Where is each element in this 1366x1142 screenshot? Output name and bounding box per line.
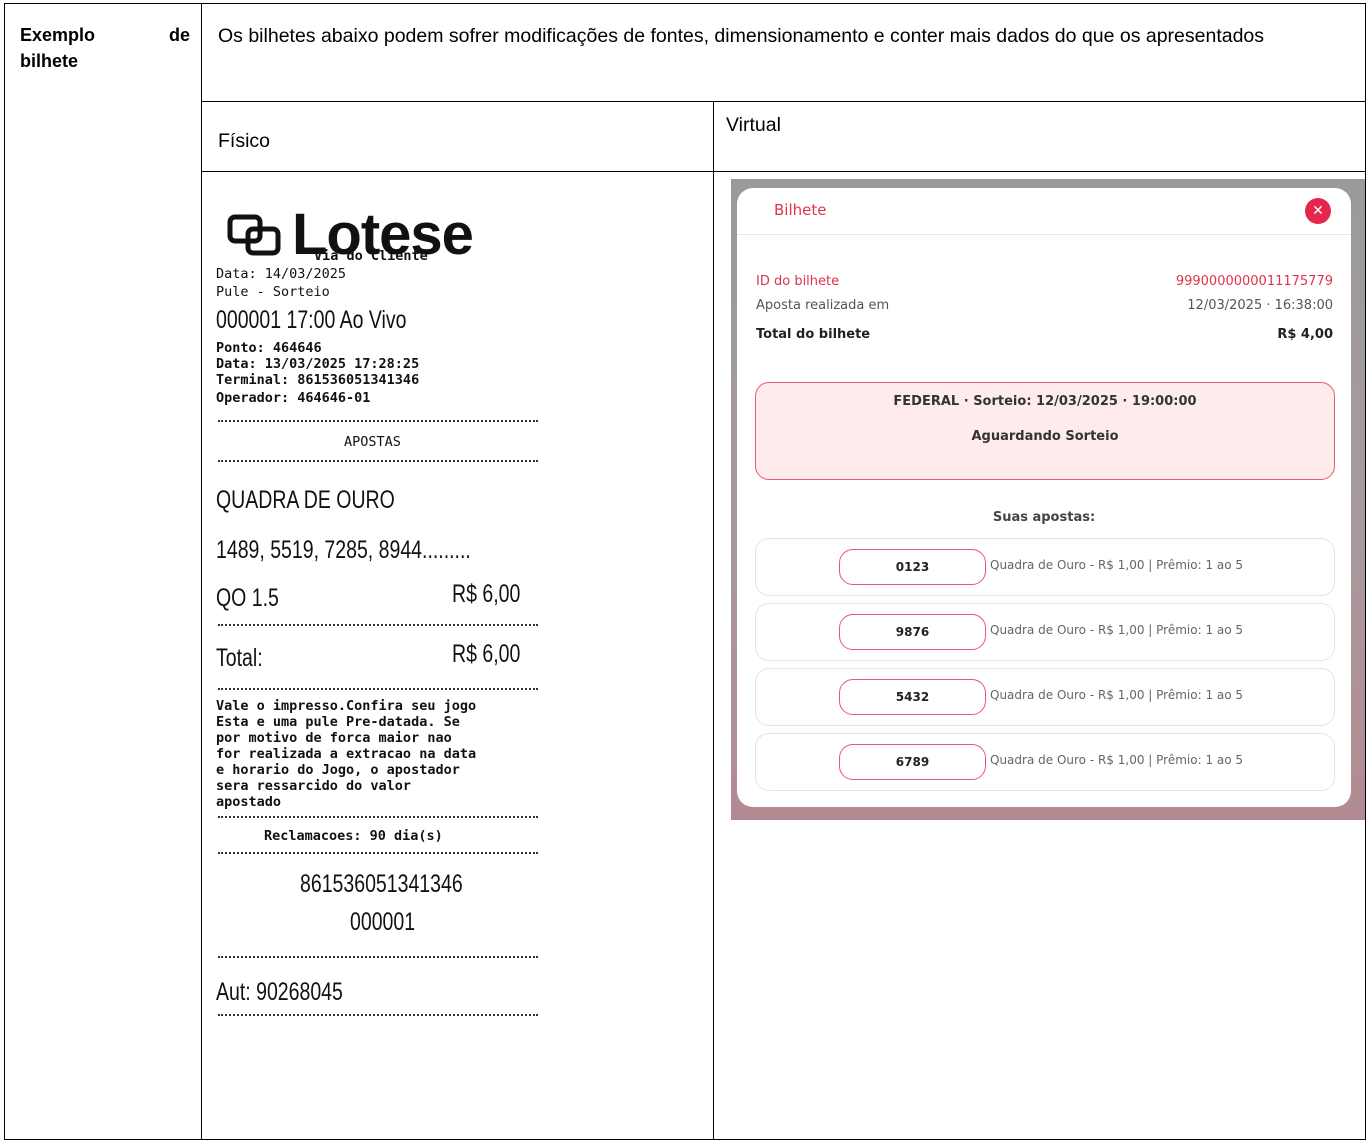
table-border-bottom [4, 1139, 1366, 1140]
receipt-aviso-2: Esta e uma pule Pre-datada. Se [216, 714, 460, 730]
receipt-aviso-1: Vale o impresso.Confira seu jogo [216, 698, 477, 714]
description-text: Os bilhetes abaixo podem sofrer modifica… [218, 25, 1265, 47]
bet-card: 9876 Quadra de Ouro - R$ 1,00 | Prêmio: … [755, 603, 1335, 661]
receipt-divider [218, 420, 538, 422]
column-header-fisico: Físico [218, 130, 271, 152]
bet-number: 5432 [839, 679, 986, 715]
receipt-numeros: 1489, 5519, 7285, 8944......... [216, 536, 471, 564]
receipt-divider [218, 624, 538, 626]
row-label: Exemplo de bilhete [20, 22, 190, 74]
ticket-id-row: ID do bilhete 9990000000011175779 [756, 274, 1333, 289]
modal-title: Bilhete [774, 201, 827, 219]
receipt-divider [218, 852, 538, 854]
draw-status-box: FEDERAL · Sorteio: 12/03/2025 · 19:00:00… [755, 382, 1335, 480]
receipt-divider [218, 956, 538, 958]
receipt-terminal: Terminal: 861536051341346 [216, 372, 420, 388]
bet-time-value: 12/03/2025 · 16:38:00 [1187, 298, 1333, 313]
ticket-total-value: R$ 4,00 [1277, 327, 1333, 342]
receipt-aviso-6: sera ressarcido do valor [216, 778, 412, 794]
bet-description: Quadra de Ouro - R$ 1,00 | Prêmio: 1 ao … [990, 558, 1244, 572]
ticket-id-value: 9990000000011175779 [1175, 274, 1333, 289]
bet-card: 0123 Quadra de Ouro - R$ 1,00 | Prêmio: … [755, 538, 1335, 596]
close-icon[interactable]: ✕ [1305, 198, 1331, 224]
ticket-total-row: Total do bilhete R$ 4,00 [756, 327, 1333, 342]
bet-card: 6789 Quadra de Ouro - R$ 1,00 | Prêmio: … [755, 733, 1335, 791]
receipt-aut: Aut: 90268045 [216, 978, 343, 1006]
bet-card: 5432 Quadra de Ouro - R$ 1,00 | Prêmio: … [755, 668, 1335, 726]
receipt-qo-value: R$ 6,00 [452, 580, 521, 608]
row-label-word1: Exemplo [20, 25, 96, 45]
table-border-left [4, 3, 5, 1140]
receipt-apostas-header: APOSTAS [344, 434, 401, 450]
column-header-virtual: Virtual [726, 114, 781, 136]
bet-time-row: Aposta realizada em 12/03/2025 · 16:38:0… [756, 298, 1333, 313]
bet-description: Quadra de Ouro - R$ 1,00 | Prêmio: 1 ao … [990, 688, 1244, 702]
receipt-aviso-5: e horario do Jogo, o apostador [216, 762, 460, 778]
draw-info: FEDERAL · Sorteio: 12/03/2025 · 19:00:00 [893, 394, 1197, 409]
table-border-header [201, 101, 1366, 102]
table-border-middle [713, 101, 714, 1140]
row-label-word3: bilhete [20, 51, 79, 71]
receipt-codigo1: 861536051341346 [300, 870, 463, 898]
bet-time-label: Aposta realizada em [756, 298, 890, 313]
lotese-logo-icon [227, 214, 281, 256]
receipt-aviso-3: por motivo de forca maior nao [216, 730, 452, 746]
receipt-via: Via do Cliente [314, 248, 428, 264]
table-border-top [4, 3, 1366, 4]
row-label-word2: de [168, 25, 190, 45]
receipt-data: Data: 14/03/2025 [216, 266, 347, 282]
receipt-divider [218, 816, 538, 818]
ticket-total-label: Total do bilhete [756, 327, 871, 342]
receipt-modalidade: QUADRA DE OURO [216, 486, 395, 514]
receipt-draw: 000001 17:00 Ao Vivo [216, 306, 407, 334]
physical-receipt: Lotese Via do Cliente Data: 14/03/2025 P… [214, 196, 574, 1116]
receipt-aviso-7: apostado [216, 794, 282, 810]
table-border-label [201, 3, 202, 1140]
receipt-codigo2: 000001 [350, 908, 416, 936]
bet-description: Quadra de Ouro - R$ 1,00 | Prêmio: 1 ao … [990, 753, 1244, 767]
modal-header: Bilhete ✕ [737, 188, 1351, 235]
receipt-pule: Pule - Sorteio [216, 284, 330, 300]
bets-heading: Suas apostas: [992, 510, 1096, 525]
ticket-id-label: ID do bilhete [756, 274, 840, 289]
receipt-total-value: R$ 6,00 [452, 640, 521, 668]
receipt-divider [218, 460, 538, 462]
receipt-divider [218, 1014, 538, 1016]
bet-number: 6789 [839, 744, 986, 780]
draw-status: Aguardando Sorteio [971, 429, 1119, 444]
bet-description: Quadra de Ouro - R$ 1,00 | Prêmio: 1 ao … [990, 623, 1244, 637]
bet-number: 0123 [839, 549, 986, 585]
receipt-qo-label: QO 1.5 [216, 584, 279, 612]
receipt-reclamacoes: Reclamacoes: 90 dia(s) [264, 828, 443, 844]
table-border-subheader [201, 171, 1366, 172]
receipt-divider [218, 688, 538, 690]
receipt-ponto: Ponto: 464646 [216, 340, 322, 356]
receipt-total-label: Total: [216, 644, 263, 672]
receipt-data-hora: Data: 13/03/2025 17:28:25 [216, 356, 420, 372]
receipt-operador: Operador: 464646-01 [216, 390, 371, 406]
receipt-aviso-4: for realizada a extracao na data [216, 746, 477, 762]
virtual-ticket-modal: Bilhete ✕ ID do bilhete 9990000000011175… [737, 188, 1351, 807]
bet-number: 9876 [839, 614, 986, 650]
